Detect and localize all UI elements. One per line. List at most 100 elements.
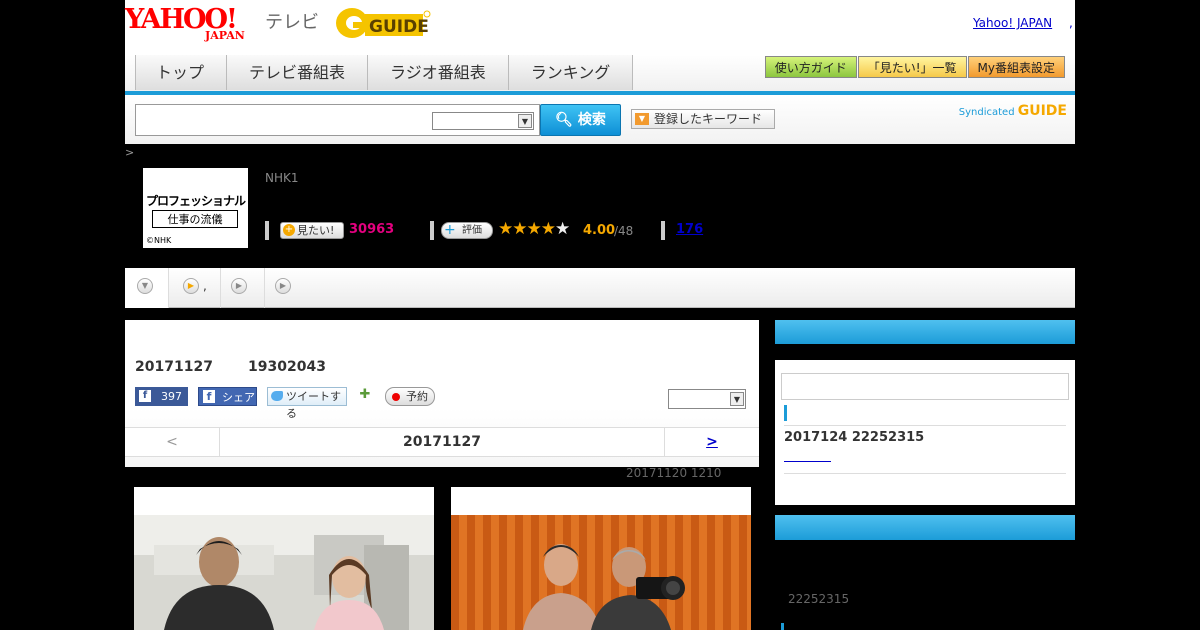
- chevron-down-icon: ▼: [137, 278, 153, 294]
- thumbnail-subtitle: 仕事の流儀: [152, 210, 238, 228]
- thumbnail-copyright: ©NHK: [146, 236, 172, 245]
- rating-value: 4.00: [583, 223, 616, 238]
- air-time: 19302043: [248, 359, 326, 375]
- recorder-select[interactable]: ▼: [668, 389, 746, 409]
- prev-day-button[interactable]: <: [125, 428, 220, 456]
- facebook-share-label: シェア: [222, 391, 255, 404]
- sidebar-header: [775, 515, 1075, 540]
- review-count-link[interactable]: 176: [676, 222, 703, 237]
- reserve-button[interactable]: 予約: [385, 387, 435, 406]
- divider-bar: [265, 221, 269, 240]
- sidebar-time-text: 22252315: [788, 592, 850, 606]
- sidebar-header: [775, 320, 1075, 344]
- japan-logo-text: JAPAN: [205, 29, 245, 42]
- day-navigation: < 20171127 >: [125, 427, 759, 457]
- subtab-more[interactable]: ▶: [265, 268, 309, 308]
- tab-radio-schedule[interactable]: ラジオ番組表: [367, 55, 509, 90]
- reserve-label: 予約: [406, 390, 428, 403]
- tab-top[interactable]: トップ: [135, 55, 228, 90]
- yahoo-japan-link[interactable]: Yahoo! JAPAN: [973, 16, 1052, 30]
- yahoo-japan-logo[interactable]: YAHOO! JAPAN: [125, 4, 263, 42]
- chevron-down-icon: ▼: [518, 114, 532, 128]
- subtab-overview[interactable]: ▼: [125, 268, 169, 308]
- program-detail-panel: 20171127 19302043 f 397 f シェア ツイートする ✚ 予…: [125, 320, 759, 467]
- channel-name: NHK1: [265, 171, 299, 185]
- rate-button[interactable]: + 評価: [441, 222, 493, 239]
- plus-icon: +: [444, 222, 456, 238]
- thumbnail-title: プロフェッショナル: [146, 194, 246, 208]
- want-list-button[interactable]: 「見たい!」一覧: [857, 56, 967, 78]
- sidebar-air-date-time: 2017124 22252315: [784, 430, 925, 445]
- star-icon: ★: [512, 219, 527, 239]
- divider: [784, 473, 1066, 474]
- star-icon: ★: [526, 219, 542, 239]
- subtab-video-label: ,: [203, 279, 207, 293]
- sidebar-link[interactable]: [784, 452, 831, 462]
- want-to-watch-label: 見たい!: [297, 224, 335, 237]
- program-photo-1[interactable]: [134, 487, 434, 630]
- facebook-like-count: 397: [161, 390, 182, 403]
- star-icon: ★: [540, 219, 556, 239]
- gguide-logo[interactable]: GUIDE: [335, 6, 431, 40]
- gguide-logo-text: GUIDE: [369, 17, 429, 37]
- next-day-button[interactable]: >: [664, 428, 759, 456]
- divider-bar: [430, 221, 434, 240]
- facebook-share-button[interactable]: f シェア: [198, 387, 257, 406]
- search-category-select[interactable]: ▼: [432, 112, 534, 130]
- sidebar-subheader: [775, 344, 1075, 360]
- program-thumbnail: プロフェッショナル 仕事の流儀 ©NHK: [143, 168, 248, 248]
- sidebar-air-info: 2017124 22252315: [775, 320, 1075, 505]
- sidebar-accent-mark: [781, 623, 784, 630]
- want-to-watch-button[interactable]: + 見たい!: [280, 222, 344, 239]
- search-icon: 🔍︎: [555, 112, 573, 128]
- plus-icon: +: [283, 224, 295, 236]
- search-button-label: 検索: [577, 112, 606, 128]
- divider: [784, 425, 1066, 426]
- saved-keywords-label: 登録したキーワード: [654, 112, 763, 126]
- bookmark-add-icon[interactable]: ✚: [356, 387, 374, 405]
- rating-stars: ★★★★★: [498, 219, 570, 239]
- breadcrumb[interactable]: >: [125, 146, 134, 159]
- play-icon: ▶: [231, 278, 247, 294]
- site-header: YAHOO! JAPAN テレビ GUIDE Yahoo! JAPAN ,: [125, 0, 1075, 55]
- current-date: 20171127: [403, 434, 481, 450]
- rate-label: 評価: [462, 225, 482, 236]
- sidebar-accent-mark: [784, 405, 787, 421]
- divider-bar: [661, 221, 665, 240]
- want-count: 30963: [349, 222, 395, 237]
- nav-buttons: 使い方ガイド 「見たい!」一覧 My番組表設定: [764, 56, 1065, 78]
- photo-photographers: [451, 515, 751, 630]
- my-schedule-settings-button[interactable]: My番組表設定: [967, 56, 1065, 78]
- update-note: 20171120 1210: [626, 466, 722, 480]
- keyword-icon: ▼: [635, 113, 649, 125]
- subtab-video[interactable]: ▶ ,: [169, 268, 221, 308]
- tweet-button[interactable]: ツイートする: [267, 387, 347, 420]
- syndicated-gguide-logo: Syndicated GUIDE: [959, 103, 1067, 119]
- subtab-related[interactable]: ▶: [221, 268, 265, 308]
- play-icon: ▶: [183, 278, 199, 294]
- twitter-bird-icon: [271, 391, 283, 401]
- tab-ranking[interactable]: ランキング: [507, 55, 634, 90]
- saved-keywords-button[interactable]: ▼ 登録したキーワード: [631, 109, 775, 129]
- sidebar-schedule-box: 22252315: [775, 515, 1075, 630]
- search-bar: ▼ 🔍︎ 検索 ▼ 登録したキーワード Syndicated GUIDE: [125, 95, 1075, 144]
- record-dot-icon: [392, 393, 400, 401]
- play-icon: ▶: [275, 278, 291, 294]
- nav-tabs: トップ テレビ番組表 ラジオ番組表 ランキング: [135, 55, 634, 90]
- chevron-down-icon: ▼: [730, 392, 744, 406]
- syndicated-logo-text: GUIDE: [1017, 103, 1067, 119]
- facebook-icon: f: [203, 390, 215, 403]
- program-subtabs: ▼ ▶ , ▶ ▶: [125, 268, 1075, 308]
- search-button[interactable]: 🔍︎ 検索: [540, 104, 621, 136]
- main-nav: トップ テレビ番組表 ラジオ番組表 ランキング 使い方ガイド 「見たい!」一覧 …: [125, 55, 1075, 95]
- program-photo-2[interactable]: [451, 487, 751, 630]
- tv-logo-text[interactable]: テレビ: [265, 8, 319, 34]
- star-empty-icon: ★: [555, 219, 570, 239]
- tweet-label: ツイートする: [286, 390, 341, 420]
- facebook-icon: f: [139, 390, 151, 402]
- photo-kitchen-couple: [134, 515, 434, 630]
- tab-tv-schedule[interactable]: テレビ番組表: [226, 55, 369, 90]
- facebook-like-button[interactable]: f 397: [135, 387, 188, 406]
- usage-guide-button[interactable]: 使い方ガイド: [764, 56, 857, 78]
- sidebar-input[interactable]: [781, 373, 1069, 400]
